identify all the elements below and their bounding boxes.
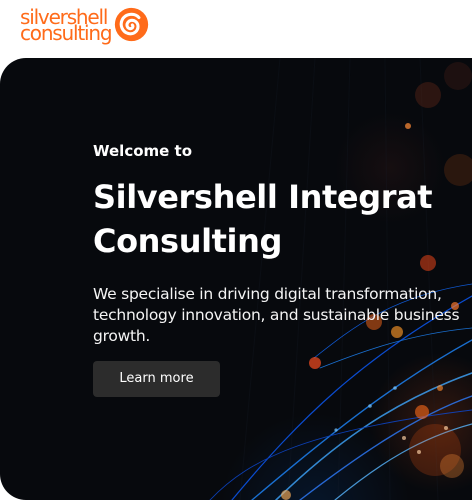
- learn-more-button[interactable]: Learn more: [93, 361, 220, 397]
- hero-content: Welcome to Silvershell Integrat Consulti…: [93, 142, 472, 347]
- spiral-logo-icon: [115, 7, 149, 42]
- logo-wordmark: silvershell consulting: [20, 7, 113, 45]
- logo-line-consulting: consulting: [20, 21, 113, 45]
- company-logo[interactable]: silvershell consulting: [20, 7, 150, 43]
- hero-title: Silvershell Integrat Consulting: [93, 175, 472, 263]
- hero-description: We specialise in driving digital transfo…: [93, 285, 460, 345]
- hero-kicker: Welcome to: [93, 142, 193, 160]
- hero-title-line-2: Consulting: [93, 222, 283, 260]
- hero-title-line-1: Silvershell Integrat: [93, 178, 433, 216]
- page: silvershell consulting Welcome to Silver…: [0, 0, 472, 500]
- site-header: silvershell consulting: [0, 0, 472, 58]
- hero-banner: Welcome to Silvershell Integrat Consulti…: [0, 58, 472, 500]
